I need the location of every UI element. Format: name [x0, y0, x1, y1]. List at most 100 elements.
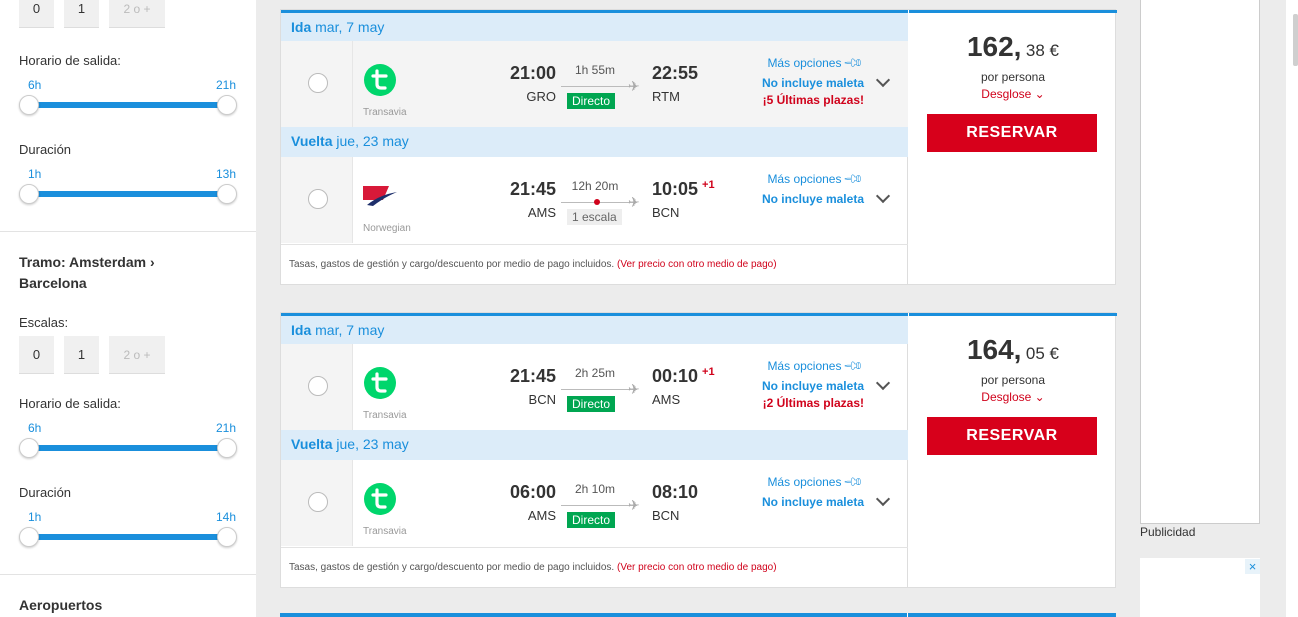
ad-label: Publicidad — [1140, 525, 1196, 539]
route-line — [561, 505, 637, 506]
last-seats-warning: ¡2 Últimas plazas! — [762, 396, 864, 410]
other-payment-link[interactable]: (Ver precio con otro medio de pago) — [617, 259, 777, 270]
slider-min-handle[interactable] — [19, 95, 39, 115]
duration-min: 1h — [28, 510, 42, 524]
slider-track[interactable] — [29, 534, 227, 540]
duration-label: Duración — [19, 485, 72, 500]
leg-direction: Vuelta — [291, 133, 333, 149]
select-flight-radio[interactable] — [308, 492, 328, 512]
top-stops-buttons: 0 1 2 o + — [19, 0, 165, 28]
slider-track[interactable] — [29, 102, 227, 108]
price: 164, 05 € — [909, 334, 1117, 366]
slider-max-handle[interactable] — [217, 527, 237, 547]
flight-duration: 12h 20m — [571, 179, 619, 193]
next-day-indicator: +1 — [702, 366, 715, 378]
flight-option-row[interactable]: Transavia 21:00 GRO 1h 55m ✈ Directo 22:… — [281, 41, 908, 127]
breakdown-link[interactable]: Desglose ⌄ — [909, 390, 1117, 404]
slider-max-handle[interactable] — [217, 438, 237, 458]
top-departure-max: 21h — [215, 78, 236, 92]
sidebar-divider — [0, 574, 256, 575]
pin-icon[interactable]: 📌︎ — [842, 471, 865, 494]
stops-1-button[interactable]: 1 — [64, 336, 99, 374]
duration-max: 14h — [215, 510, 236, 524]
fees-text: Tasas, gastos de gestión y cargo/descuen… — [289, 562, 615, 573]
ad-banner[interactable] — [1140, 0, 1260, 524]
chevron-down-icon[interactable] — [875, 491, 891, 507]
flight-option-row[interactable]: Transavia 06:00 AMS 2h 10m ✈ Directo 08:… — [281, 460, 908, 546]
return-header: Vuelta jue, 23 may — [281, 430, 908, 460]
arrival-time-value: 10:05 — [652, 179, 699, 199]
leg-filter-title[interactable]: Tramo: Amsterdam › Barcelona — [19, 252, 219, 294]
fees-text: Tasas, gastos de gestión y cargo/descuen… — [289, 259, 615, 270]
pin-icon[interactable]: 📌︎ — [842, 168, 865, 191]
slider-max-handle[interactable] — [217, 95, 237, 115]
top-stops-1-button[interactable]: 1 — [64, 0, 99, 28]
slider-min-handle[interactable] — [19, 438, 39, 458]
more-options-link[interactable]: Más opciones📌︎ — [767, 471, 865, 493]
ad-banner-secondary[interactable] — [1140, 558, 1260, 617]
reserve-button[interactable]: RESERVAR — [927, 114, 1097, 152]
duration-slider[interactable]: 1h 14h — [19, 510, 237, 550]
direct-badge: Directo — [567, 512, 616, 528]
scrollbar-track[interactable] — [1286, 0, 1298, 617]
top-stops-2plus-button[interactable]: 2 o + — [109, 0, 165, 28]
arrival-time: 00:10 +1 — [652, 366, 715, 387]
flight-option-row[interactable]: Transavia 21:45 BCN 2h 25m ✈ Directo 00:… — [281, 344, 908, 430]
price-integer: 164, — [966, 334, 1022, 365]
arrival-time-value: 08:10 — [652, 482, 699, 502]
flight-option-row[interactable]: Norwegian 21:45 AMS 12h 20m ✈ 1 escala 1… — [281, 157, 908, 243]
airline-name: Transavia — [363, 526, 407, 537]
chevron-down-icon[interactable] — [875, 72, 891, 88]
more-options-link[interactable]: Más opciones📌︎ — [767, 355, 865, 377]
pin-icon[interactable]: 📌︎ — [842, 52, 865, 75]
arrival-time-value: 22:55 — [652, 63, 699, 83]
chevron-down-icon[interactable] — [875, 375, 891, 391]
arrival-airport: RTM — [652, 89, 680, 104]
price-decimal: 38 € — [1025, 41, 1060, 60]
select-flight-radio[interactable] — [308, 189, 328, 209]
pin-icon[interactable]: 📌︎ — [842, 355, 865, 378]
stops-2plus-button[interactable]: 2 o + — [109, 336, 165, 374]
price: 162, 38 € — [909, 31, 1117, 63]
departure-time: 21:45 — [509, 179, 556, 199]
leg-direction: Ida — [291, 322, 312, 338]
more-options-link[interactable]: Más opciones📌︎ — [767, 168, 865, 190]
price-panel: 164, 05 € por persona Desglose ⌄ RESERVA… — [909, 313, 1117, 587]
top-departure-slider[interactable]: 6h 21h — [19, 78, 237, 118]
slider-track[interactable] — [29, 445, 227, 451]
scrollbar-thumb[interactable] — [1293, 14, 1298, 66]
price-integer: 162, — [966, 31, 1022, 62]
slider-track[interactable] — [29, 191, 227, 197]
result-card: Ida mar, 7 may Transavia 21:45 BCN 2h 25… — [280, 312, 1117, 588]
slider-min-handle[interactable] — [19, 184, 39, 204]
more-options-link[interactable]: Más opciones📌︎ — [767, 52, 865, 74]
ad-close-icon[interactable]: × — [1245, 559, 1260, 574]
price-panel: 162, 38 € por persona Desglose ⌄ RESERVA… — [909, 10, 1117, 284]
departure-slider[interactable]: 6h 21h — [19, 421, 237, 461]
per-person-label: por persona — [980, 373, 1046, 387]
other-payment-link[interactable]: (Ver precio con otro medio de pago) — [617, 562, 777, 573]
itinerary: Ida mar, 7 may Transavia 21:45 BCN 2h 25… — [281, 313, 908, 587]
select-flight-radio[interactable] — [308, 73, 328, 93]
departure-time: 21:00 — [509, 63, 556, 83]
departure-time: 21:45 — [509, 366, 556, 386]
top-duration-min: 1h — [28, 167, 42, 181]
slider-min-handle[interactable] — [19, 527, 39, 547]
route-line — [561, 389, 637, 390]
reserve-button[interactable]: RESERVAR — [927, 417, 1097, 455]
baggage-info: No incluye maleta — [761, 495, 864, 509]
slider-max-handle[interactable] — [217, 184, 237, 204]
top-stops-0-button[interactable]: 0 — [19, 0, 54, 28]
return-header: Vuelta jue, 23 may — [281, 127, 908, 157]
top-duration-slider[interactable]: 1h 13h — [19, 167, 237, 207]
stops-0-button[interactable]: 0 — [19, 336, 54, 374]
next-day-indicator: +1 — [702, 179, 715, 191]
breakdown-link[interactable]: Desglose ⌄ — [909, 87, 1117, 101]
chevron-down-icon[interactable] — [875, 188, 891, 204]
airports-title[interactable]: Aeropuertos — [19, 595, 219, 616]
select-flight-radio[interactable] — [308, 376, 328, 396]
direct-badge: Directo — [567, 93, 616, 109]
departure-time: 06:00 — [509, 482, 556, 502]
arrival-airport: AMS — [652, 392, 681, 407]
departure-airport: GRO — [526, 89, 556, 104]
